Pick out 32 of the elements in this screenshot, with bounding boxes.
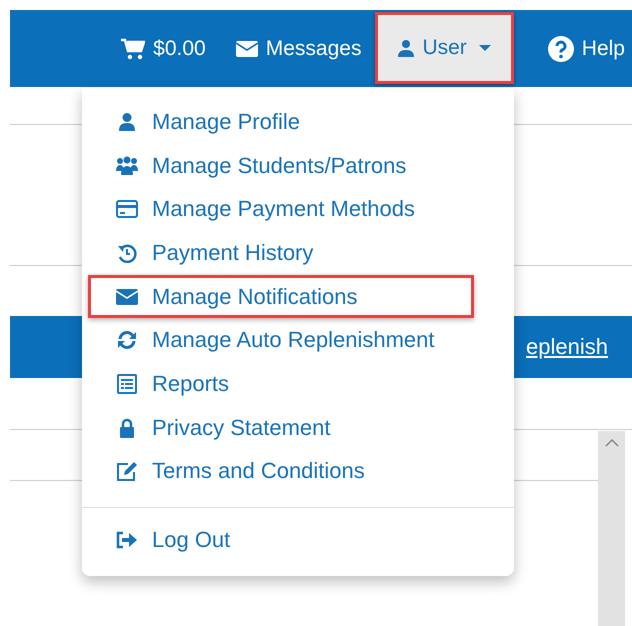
cart-link[interactable]: $0.00: [101, 10, 226, 87]
menu-item[interactable]: Manage Notifications: [88, 274, 474, 318]
help-link[interactable]: Help: [528, 10, 632, 87]
messages-link[interactable]: Messages: [226, 10, 372, 87]
menu-item[interactable]: Terms and Conditions: [88, 450, 474, 494]
caret-icon: [478, 45, 491, 51]
edit-icon: [116, 461, 138, 482]
menu-item[interactable]: Manage Profile: [88, 100, 474, 144]
report-icon: [117, 374, 137, 394]
chevron-up-icon: [604, 439, 618, 447]
menu-item[interactable]: Reports: [88, 362, 474, 406]
envelope-icon: [236, 40, 258, 56]
menu-item[interactable]: Manage Auto Replenishment: [88, 318, 474, 362]
person-icon: [398, 39, 414, 57]
menu-item[interactable]: Manage Payment Methods: [88, 187, 474, 232]
refresh-icon: [117, 330, 137, 350]
menu-item[interactable]: Payment History: [88, 231, 474, 275]
menu-item[interactable]: Manage Students/Patrons: [88, 144, 474, 188]
menu-item[interactable]: Log Out: [88, 518, 474, 562]
sign-out-icon: [116, 531, 138, 550]
user-menu-button[interactable]: User: [375, 12, 514, 84]
cart-icon: [121, 38, 146, 60]
help-icon: [548, 36, 574, 62]
replenish-link[interactable]: eplenish: [526, 334, 608, 360]
credit-card-icon: [116, 200, 138, 218]
lock-icon: [119, 418, 135, 438]
person-icon: [117, 112, 137, 132]
people-icon: [116, 156, 138, 176]
menu-item[interactable]: Privacy Statement: [88, 406, 474, 450]
scrollbar[interactable]: [598, 431, 625, 626]
clock-arrow-icon: [117, 242, 137, 263]
envelope-icon: [116, 288, 138, 305]
